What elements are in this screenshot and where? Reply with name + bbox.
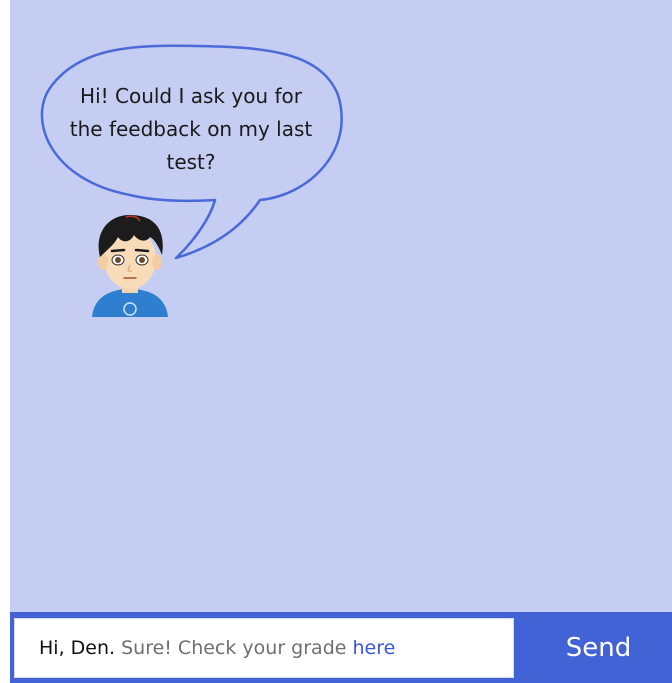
chat-window: Hi! Could I ask you for the feedback on … bbox=[0, 0, 672, 683]
incoming-message-text: Hi! Could I ask you for the feedback on … bbox=[69, 84, 313, 174]
chat-area: Hi! Could I ask you for the feedback on … bbox=[10, 0, 672, 612]
message-input[interactable]: Hi, Den. Sure! Check your grade here bbox=[14, 618, 514, 678]
grade-link[interactable]: here bbox=[353, 637, 396, 659]
send-button[interactable]: Send bbox=[525, 618, 672, 678]
greeting-text: Hi, Den. bbox=[39, 637, 116, 659]
composer-bar: Hi, Den. Sure! Check your grade here Sen… bbox=[10, 612, 672, 683]
reply-text: Sure! Check your grade bbox=[121, 637, 347, 659]
student-boy-avatar-icon bbox=[92, 215, 168, 317]
